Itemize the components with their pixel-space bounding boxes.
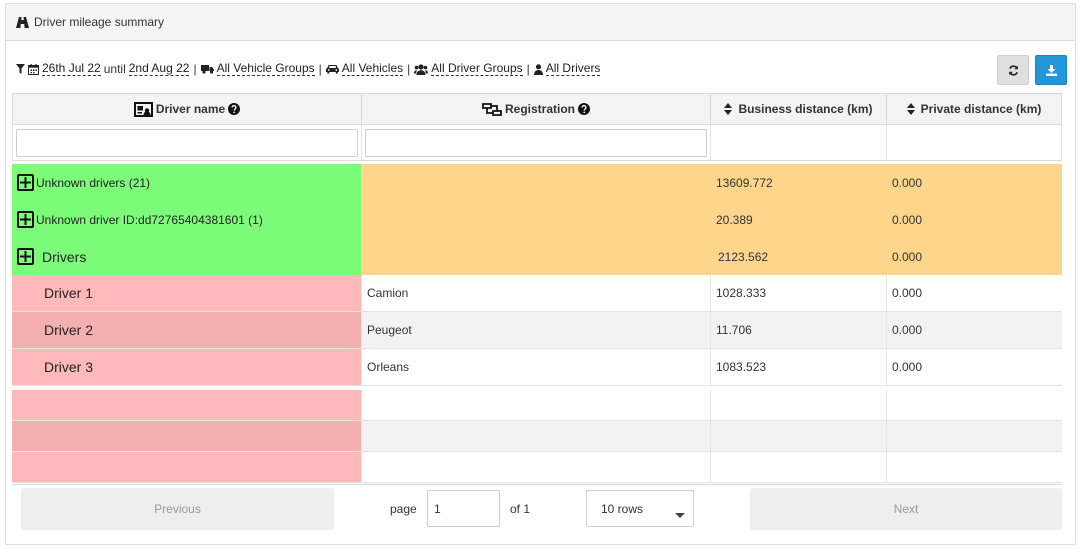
- business-distance-cell: 1083.523: [710, 349, 886, 385]
- column-header-registration[interactable]: Registration: [361, 94, 710, 124]
- business-distance-cell: 1028.333: [710, 275, 886, 311]
- column-header-label: Private distance (km): [920, 102, 1042, 116]
- filter-icon: [16, 64, 25, 74]
- driver-name-filter-input[interactable]: [16, 128, 358, 157]
- separator: |: [193, 62, 197, 76]
- expand-plus-icon[interactable]: [17, 211, 34, 228]
- sort-icon: [724, 103, 733, 115]
- date-start-link[interactable]: 26th Jul 22: [42, 62, 101, 76]
- filter-cell: [361, 125, 710, 160]
- refresh-button[interactable]: [997, 55, 1029, 85]
- road-icon: [16, 16, 29, 28]
- driver-groups-link[interactable]: All Driver Groups: [431, 62, 523, 76]
- group-name: Drivers: [42, 248, 87, 265]
- driver-name-cell: Driver 1: [12, 275, 361, 311]
- group-name: Unknown driver ID:dd72765404381601 (1): [36, 212, 263, 227]
- chevron-down-icon: [675, 507, 685, 521]
- separator: |: [407, 62, 411, 76]
- private-distance-cell: 0.000: [886, 349, 1062, 385]
- pagination-bar: Previous page of 1 10 rows Next: [12, 484, 1062, 532]
- rows-per-page-select[interactable]: 10 rows: [586, 490, 694, 527]
- next-page-button[interactable]: Next: [750, 488, 1062, 530]
- filter-cell: [710, 125, 886, 160]
- panel-heading: Driver mileage summary: [6, 4, 1075, 41]
- drivers-link[interactable]: All Drivers: [545, 62, 601, 76]
- date-end-link[interactable]: 2nd Aug 22: [128, 62, 190, 76]
- column-header-label: Registration: [504, 102, 575, 116]
- expand-plus-icon[interactable]: [17, 248, 34, 265]
- help-icon[interactable]: [578, 103, 590, 115]
- filter-cell: [12, 125, 361, 160]
- empty-row: [12, 452, 1062, 483]
- user-icon: [533, 63, 543, 75]
- group-registration-cell: [361, 238, 710, 275]
- empty-row: [12, 421, 1062, 452]
- group-row[interactable]: Unknown drivers (21) 13609.772 0.000: [12, 164, 1062, 201]
- registration-cell: Camion: [361, 275, 710, 311]
- page-label: page: [390, 502, 417, 516]
- group-business-cell: 2123.562: [710, 238, 886, 275]
- driver-name-cell: Driver 3: [12, 349, 361, 385]
- column-header-business-distance[interactable]: Business distance (km): [710, 94, 886, 124]
- filter-cell: [886, 125, 1062, 160]
- column-header-private-distance[interactable]: Private distance (km): [886, 94, 1062, 124]
- column-header-label: Driver name: [155, 102, 226, 116]
- group-name-cell: Unknown drivers (21): [12, 164, 361, 201]
- vehicles-link[interactable]: All Vehicles: [341, 62, 404, 76]
- registration-cell: Orleans: [361, 349, 710, 385]
- car-icon: [325, 64, 339, 74]
- group-private-cell: 0.000: [886, 238, 1062, 275]
- private-distance-cell: 0.000: [886, 312, 1062, 348]
- until-text: until: [103, 62, 126, 76]
- truck-icon: [200, 64, 214, 74]
- driver-card-icon: [133, 101, 153, 117]
- group-private-cell: 0.000: [886, 201, 1062, 238]
- separator: |: [526, 62, 530, 76]
- registration-icon: [482, 102, 502, 117]
- page-number-input[interactable]: [427, 490, 500, 527]
- registration-cell: Peugeot: [361, 312, 710, 348]
- group-registration-cell: [361, 164, 710, 201]
- group-business-cell: 13609.772: [710, 164, 886, 201]
- group-business-cell: 20.389: [710, 201, 886, 238]
- page-total-label: of 1: [510, 502, 531, 516]
- column-filter-row: [12, 125, 1062, 161]
- download-button[interactable]: [1035, 55, 1067, 85]
- group-name-cell: Unknown driver ID:dd72765404381601 (1): [12, 201, 361, 238]
- group-private-cell: 0.000: [886, 164, 1062, 201]
- business-distance-cell: 11.706: [710, 312, 886, 348]
- calendar-icon: [28, 63, 39, 75]
- group-name: Unknown drivers (21): [36, 175, 151, 190]
- help-icon[interactable]: [228, 103, 241, 115]
- group-registration-cell: [361, 201, 710, 238]
- download-icon: [1045, 64, 1057, 76]
- previous-page-button[interactable]: Previous: [21, 488, 334, 530]
- filter-bar: 26th Jul 22 until 2nd Aug 22 | All Vehic…: [16, 59, 601, 79]
- group-row[interactable]: Drivers 2123.562 0.000: [12, 238, 1062, 275]
- panel-title: Driver mileage summary: [34, 15, 165, 29]
- group-name-cell: Drivers: [12, 238, 361, 275]
- table-header: Driver name Registration Business distan…: [12, 93, 1062, 125]
- refresh-icon: [1008, 64, 1019, 76]
- driver-name-cell: Driver 2: [12, 312, 361, 348]
- column-header-label: Business distance (km): [738, 102, 873, 116]
- separator: |: [318, 62, 322, 76]
- vehicle-groups-link[interactable]: All Vehicle Groups: [216, 62, 315, 76]
- registration-filter-input[interactable]: [365, 128, 707, 157]
- table-row[interactable]: Driver 3 Orleans 1083.523 0.000: [12, 349, 1062, 386]
- table-row[interactable]: Driver 1 Camion 1028.333 0.000: [12, 275, 1062, 312]
- table-row[interactable]: Driver 2 Peugeot 11.706 0.000: [12, 312, 1062, 349]
- users-icon: [414, 63, 429, 75]
- expand-plus-icon[interactable]: [17, 174, 34, 191]
- sort-icon: [906, 103, 915, 115]
- group-row[interactable]: Unknown driver ID:dd72765404381601 (1) 2…: [12, 201, 1062, 238]
- column-header-driver-name[interactable]: Driver name: [12, 94, 361, 124]
- rows-per-page-value: 10 rows: [601, 501, 644, 516]
- empty-row: [12, 390, 1062, 421]
- private-distance-cell: 0.000: [886, 275, 1062, 311]
